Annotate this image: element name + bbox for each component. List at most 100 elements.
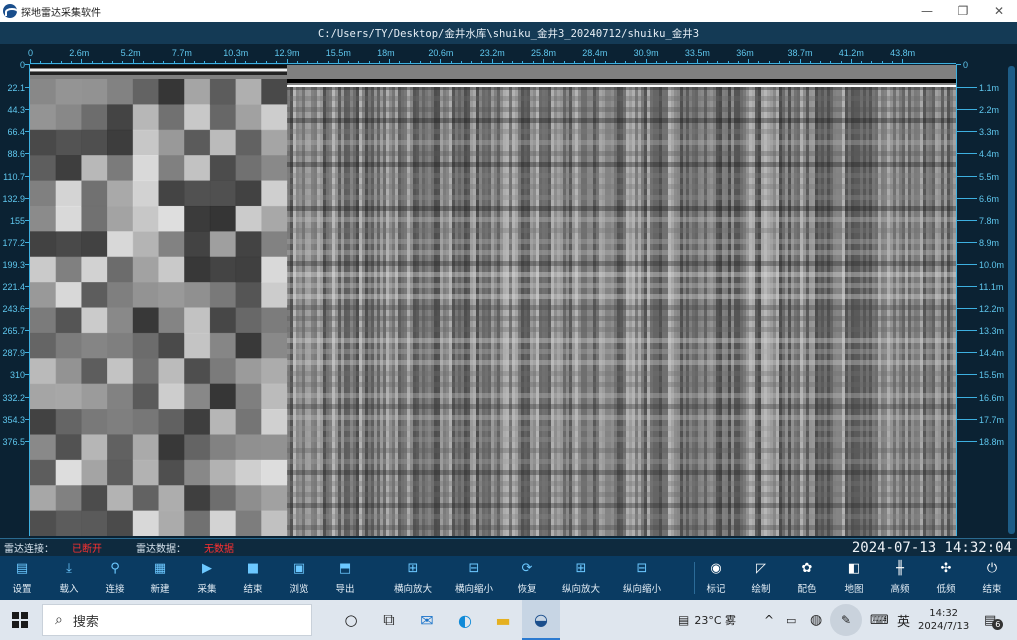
radargram-cell: [261, 358, 288, 385]
radargram-cell: [81, 155, 108, 182]
radargram-cell: [184, 307, 211, 334]
radargram-canvas[interactable]: [30, 65, 956, 536]
toolbar-button-image[interactable]: ▣ 浏览: [275, 556, 323, 600]
toolbar-button-palette[interactable]: ✿ 配色: [783, 556, 831, 600]
radargram-cell: [107, 434, 134, 461]
distance-tick-label: 30.9m: [633, 48, 659, 58]
network-globe-icon[interactable]: ◍: [810, 600, 822, 640]
radargram-band: [287, 129, 956, 134]
radargram-cell: [132, 485, 159, 512]
task-view-icon[interactable]: ⧉: [370, 600, 408, 640]
toolbar-button-power[interactable]: ⏻ 结束: [968, 556, 1016, 600]
radargram-cell: [107, 358, 134, 385]
radargram-cell: [184, 358, 211, 385]
file-explorer-icon[interactable]: ▬: [484, 600, 522, 640]
radargram-cell: [184, 510, 211, 536]
distance-minor-tick: [173, 61, 175, 64]
distance-minor-tick: [501, 61, 503, 64]
cortana-icon[interactable]: ○: [332, 600, 370, 640]
toolbar-button-export[interactable]: ⬒ 导出: [321, 556, 369, 600]
toolbar-button-new-file[interactable]: ▦ 新建: [136, 556, 184, 600]
radargram-cell: [81, 307, 108, 334]
sample-tick-label: 155: [9, 215, 25, 226]
radargram-cell: [261, 129, 288, 156]
toolbar-button-play[interactable]: ▶ 采集: [183, 556, 231, 600]
edge-icon[interactable]: ◐: [446, 600, 484, 640]
distance-minor-tick: [71, 61, 73, 64]
tray-chevron-icon[interactable]: ^: [764, 600, 774, 640]
keyboard-icon[interactable]: ⌨: [870, 600, 889, 640]
radar-app-taskbar-icon[interactable]: ◒: [522, 600, 560, 640]
distance-minor-tick: [553, 61, 555, 64]
toolbar-button-h-zoom-in[interactable]: ⊞ 横向放大: [383, 556, 443, 600]
radargram-cell: [184, 79, 211, 105]
distance-minor-tick: [666, 61, 668, 64]
play-icon: ▶: [202, 561, 212, 576]
toolbar-button-mark[interactable]: ◉ 标记: [692, 556, 740, 600]
notification-count: 6: [992, 618, 1004, 630]
close-button[interactable]: ✕: [981, 0, 1017, 22]
maximize-button[interactable]: ❐: [945, 0, 981, 22]
depth-tick-label: 11.1m: [979, 282, 1004, 292]
radargram-cell: [55, 180, 82, 207]
file-path: C:/Users/TY/Desktop/金井水库\shuiku_金井3_2024…: [317, 27, 700, 40]
distance-tick-mark: [491, 59, 493, 64]
weather-widget[interactable]: ▤ 23°C 雾: [678, 600, 736, 640]
distance-minor-tick: [676, 61, 678, 64]
toolbar-button-v-zoom-in[interactable]: ⊞ 纵向放大: [551, 556, 611, 600]
toolbar-button-low-freq[interactable]: ✣ 低频: [922, 556, 970, 600]
taskbar-search[interactable]: ⌕ 搜索: [42, 604, 312, 636]
depth-tick-label: 15.5m: [979, 370, 1005, 381]
minimize-button[interactable]: —: [909, 0, 945, 22]
radargram-cell: [30, 104, 57, 131]
radargram-cell: [132, 231, 159, 258]
v-zoom-out-icon: ⊟: [636, 561, 648, 576]
toolbar-button-high-freq[interactable]: ╫ 高频: [876, 556, 924, 600]
notification-center-icon[interactable]: ▤ 6: [984, 600, 1004, 640]
radargram-cell: [158, 155, 185, 182]
toolbar-button-map[interactable]: ◧ 地图: [830, 556, 878, 600]
radargram-cell: [30, 409, 57, 435]
sample-tick-label: 265.7: [2, 326, 25, 337]
tablet-icon[interactable]: ▭: [786, 600, 796, 640]
radargram-cell: [132, 358, 159, 385]
depth-tick-label: 10.0m: [979, 259, 1005, 270]
toolbar-button-v-zoom-out[interactable]: ⊟ 纵向缩小: [612, 556, 672, 600]
radargram-cell: [107, 155, 134, 182]
sample-axis: 0 22.1 44.3 66.4 88.6 110.7 132.9 155 177.2 199.3…: [0, 60, 30, 536]
radargram-band: [287, 162, 956, 167]
radargram-cell: [132, 307, 159, 334]
toolbar-button-download[interactable]: ⤓ 载入: [45, 556, 93, 600]
radargram-image[interactable]: [30, 65, 956, 536]
mail-icon[interactable]: ✉: [408, 600, 446, 640]
vertical-scrollbar[interactable]: [1008, 66, 1015, 534]
ime-indicator[interactable]: 英: [897, 600, 910, 640]
start-button[interactable]: [0, 600, 40, 640]
depth-tick-mark: [957, 109, 977, 111]
sample-tick-mark: [25, 241, 29, 243]
radargram-cell: [209, 205, 237, 232]
toolbar-button-refresh[interactable]: ⟳ 恢复: [503, 556, 551, 600]
sample-tick-label: 310: [9, 370, 25, 381]
pen-icon[interactable]: ✎: [830, 604, 862, 636]
toolbar-button-settings-doc[interactable]: ▤ 设置: [0, 556, 46, 600]
download-icon: ⤓: [66, 561, 72, 576]
radargram-cell: [55, 434, 82, 461]
radargram-cell: [81, 332, 108, 359]
toolbar-button-stop[interactable]: ■ 结束: [229, 556, 277, 600]
distance-minor-tick: [871, 61, 873, 64]
radargram-cell: [55, 459, 82, 486]
radargram-cell: [184, 409, 211, 435]
toolbar-button-h-zoom-out[interactable]: ⊟ 横向缩小: [444, 556, 504, 600]
distance-minor-tick: [830, 61, 832, 64]
depth-tick-mark: [957, 286, 977, 287]
radargram-cell: [184, 205, 211, 232]
toolbar-button-draw[interactable]: ◸ 绘制: [737, 556, 785, 600]
distance-tick-mark: [389, 59, 391, 64]
radargram-cell: [30, 231, 57, 258]
taskbar-clock[interactable]: 14:32 2024/7/13: [918, 600, 969, 640]
toolbar-button-link[interactable]: ⚲ 连接: [91, 556, 139, 600]
depth-tick-mark: [957, 175, 977, 177]
distance-tick-label: 23.2m: [479, 48, 505, 58]
distance-tick-label: 15.5m: [325, 48, 351, 58]
